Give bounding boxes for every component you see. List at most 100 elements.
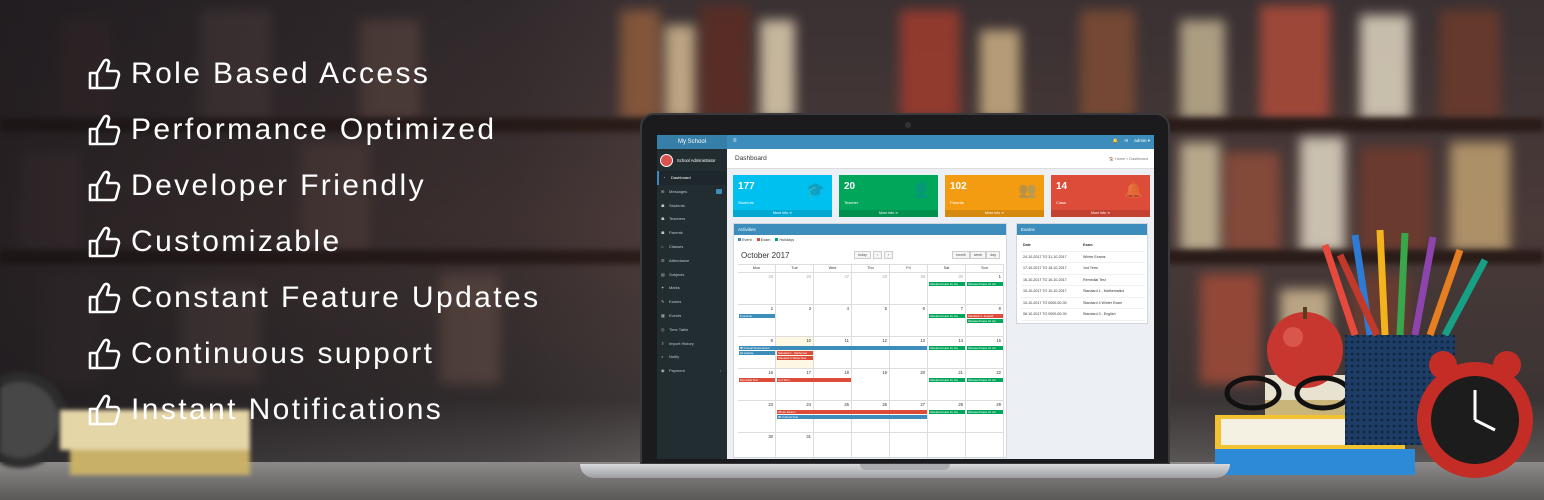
bank-icon: ⌂ [661,243,664,249]
sidebar-item-subjects[interactable]: ▤ Subjects [657,268,727,282]
calendar-day[interactable]: 12 [852,337,890,368]
breadcrumb[interactable]: 🏠 Home > Dashboard [1109,156,1148,161]
calendar-day[interactable]: 20 [890,369,928,400]
upload-icon: ⇪ [661,340,665,346]
calendar-event[interactable]: Weekend leave for cla [929,282,965,286]
calendar-event[interactable]: Weekend leave for cla [929,410,965,414]
sidebar-item-messages[interactable]: ✉ Messages [657,185,727,199]
day-view-button[interactable]: day [986,251,1000,259]
calendar-day[interactable]: 7 [928,305,966,336]
calendar-day[interactable] [966,433,1004,459]
calendar-day[interactable] [814,433,852,459]
day-number: 29 [996,402,1001,407]
calendar-event[interactable]: Weekend leave for cla [929,346,965,350]
calendar-event[interactable]: Weekend leave for cla [929,378,965,382]
calendar-day[interactable]: 5 [852,305,890,336]
calendar-day[interactable] [852,433,890,459]
calendar-day[interactable]: 21 [928,369,966,400]
bell-icon[interactable]: 🔔 [1113,138,1119,144]
calendar-day[interactable]: 19 [852,369,890,400]
week-view-button[interactable]: week [969,251,987,259]
calendar-event[interactable]: Winter Exams [777,410,927,414]
calendar-day[interactable]: 15 [966,337,1004,368]
calendar-day[interactable]: 14 [928,337,966,368]
more-info-link[interactable]: More info ➜ [839,210,938,217]
calendar-event[interactable]: 8 seminar [739,314,775,318]
calendar-day[interactable]: 25 [738,273,776,304]
prev-button[interactable]: ‹ [872,251,882,259]
calendar-day[interactable]: 18 [814,369,852,400]
calendar-event[interactable]: Weekend leave for cla [967,319,1003,323]
calendar-event[interactable]: 8B Cultural Fest [777,415,927,419]
column-header: Exam [1083,243,1093,247]
calendar-day[interactable]: 23 [738,401,776,432]
more-info-link[interactable]: More info ➜ [945,210,1044,217]
calendar-event[interactable]: Weekend leave for cla [967,282,1003,286]
users-icon: ☗ [661,202,665,208]
sidebar-item-dashboard[interactable]: ◔ Dashboard [657,171,727,185]
calendar-event[interactable]: 1nd Term [777,378,851,382]
next-button[interactable]: › [884,251,894,259]
calendar-day[interactable]: 30 [738,433,776,459]
calendar-day[interactable]: 3 [776,305,814,336]
content-header: Dashboard 🏠 Home > Dashboard [727,149,1154,169]
calendar-day[interactable]: 26 [776,273,814,304]
more-info-link[interactable]: More info ➜ [733,210,832,217]
calendar-event[interactable]: Weekend leave for cla [967,378,1003,382]
sidebar-item-teachers[interactable]: ☗ Teachers [657,212,727,226]
hamburger-icon[interactable]: ≡ [733,138,737,144]
sidebar-item-classes[interactable]: ⌂ Classes [657,240,727,254]
calendar-event[interactable]: Standard 1 - Mathemat [777,351,813,355]
calendar-day[interactable]: 17 [776,369,814,400]
envelope-icon[interactable]: ✉ [1124,138,1128,144]
calendar-day[interactable]: 31 [776,433,814,459]
calendar-event[interactable]: Standard 4 Winter Exa [777,356,813,360]
calendar-day[interactable]: 28 [928,401,966,432]
calendar-day[interactable]: 1 [966,273,1004,304]
calendar-day[interactable]: 22 [966,369,1004,400]
app-brand[interactable]: My School [657,135,727,149]
sidebar-item-notify[interactable]: ◖ Notify [657,350,727,364]
calendar-day[interactable]: 29 [966,401,1004,432]
calendar-day[interactable]: 30 [928,273,966,304]
sidebar-item-time-table[interactable]: ◷ Time Table [657,323,727,337]
calendar-event[interactable]: Weekend leave for cla [929,314,965,318]
sidebar-item-exams[interactable]: ✎ Exams [657,295,727,309]
calendar-day[interactable]: 13 [890,337,928,368]
more-info-link[interactable]: More info ➜ [1051,210,1150,217]
user-menu[interactable]: admin ▾ [1134,138,1150,144]
sidebar-item-marks[interactable]: ✦ Marks [657,281,727,295]
calendar-event[interactable]: Weekend leave for cla [967,346,1003,350]
calendar-event[interactable]: Weekend leave for cla [967,410,1003,414]
sidebar-item-payment[interactable]: ◉ Payment ‹ [657,364,727,378]
calendar-day[interactable]: 28 [852,273,890,304]
calendar-day[interactable]: 2 [738,305,776,336]
legend-item: Event [738,238,752,242]
sidebar-item-import-history[interactable]: ⇪ Import History [657,337,727,351]
calendar-day[interactable]: 29 [890,273,928,304]
sidebar-item-parents[interactable]: ☗ Parents [657,226,727,240]
book-icon: ▤ [661,271,665,277]
calendar-day[interactable]: 4 [814,305,852,336]
today-button[interactable]: today [854,251,871,259]
month-view-button[interactable]: month [951,251,970,259]
feature-label: Continuous support [131,337,435,370]
calendar-day[interactable]: 27 [814,273,852,304]
thumbs-up-icon [86,56,122,92]
calendar-event[interactable]: 8A website [739,351,775,355]
calendar-day[interactable]: 16 [738,369,776,400]
sidebar-item-attendance[interactable]: ☰ Attendance [657,254,727,268]
stat-label: Class [1056,200,1067,205]
message-badge [716,188,722,194]
calendar-day[interactable]: 11 [814,337,852,368]
calendar-event[interactable]: 8B Annual Sports Event [739,346,927,350]
calendar-day[interactable]: 6 [890,305,928,336]
calendar-event[interactable]: Remedial Test [739,378,775,382]
sidebar-item-events[interactable]: ▦ Events [657,309,727,323]
sidebar-item-students[interactable]: ☗ Students [657,199,727,213]
calendar-event[interactable]: Standard 3 - English [967,314,1003,318]
calendar-day[interactable] [890,433,928,459]
feature-label: Performance Optimized [131,113,497,146]
weekday-label: Mon [738,265,776,272]
calendar-day[interactable] [928,433,966,459]
